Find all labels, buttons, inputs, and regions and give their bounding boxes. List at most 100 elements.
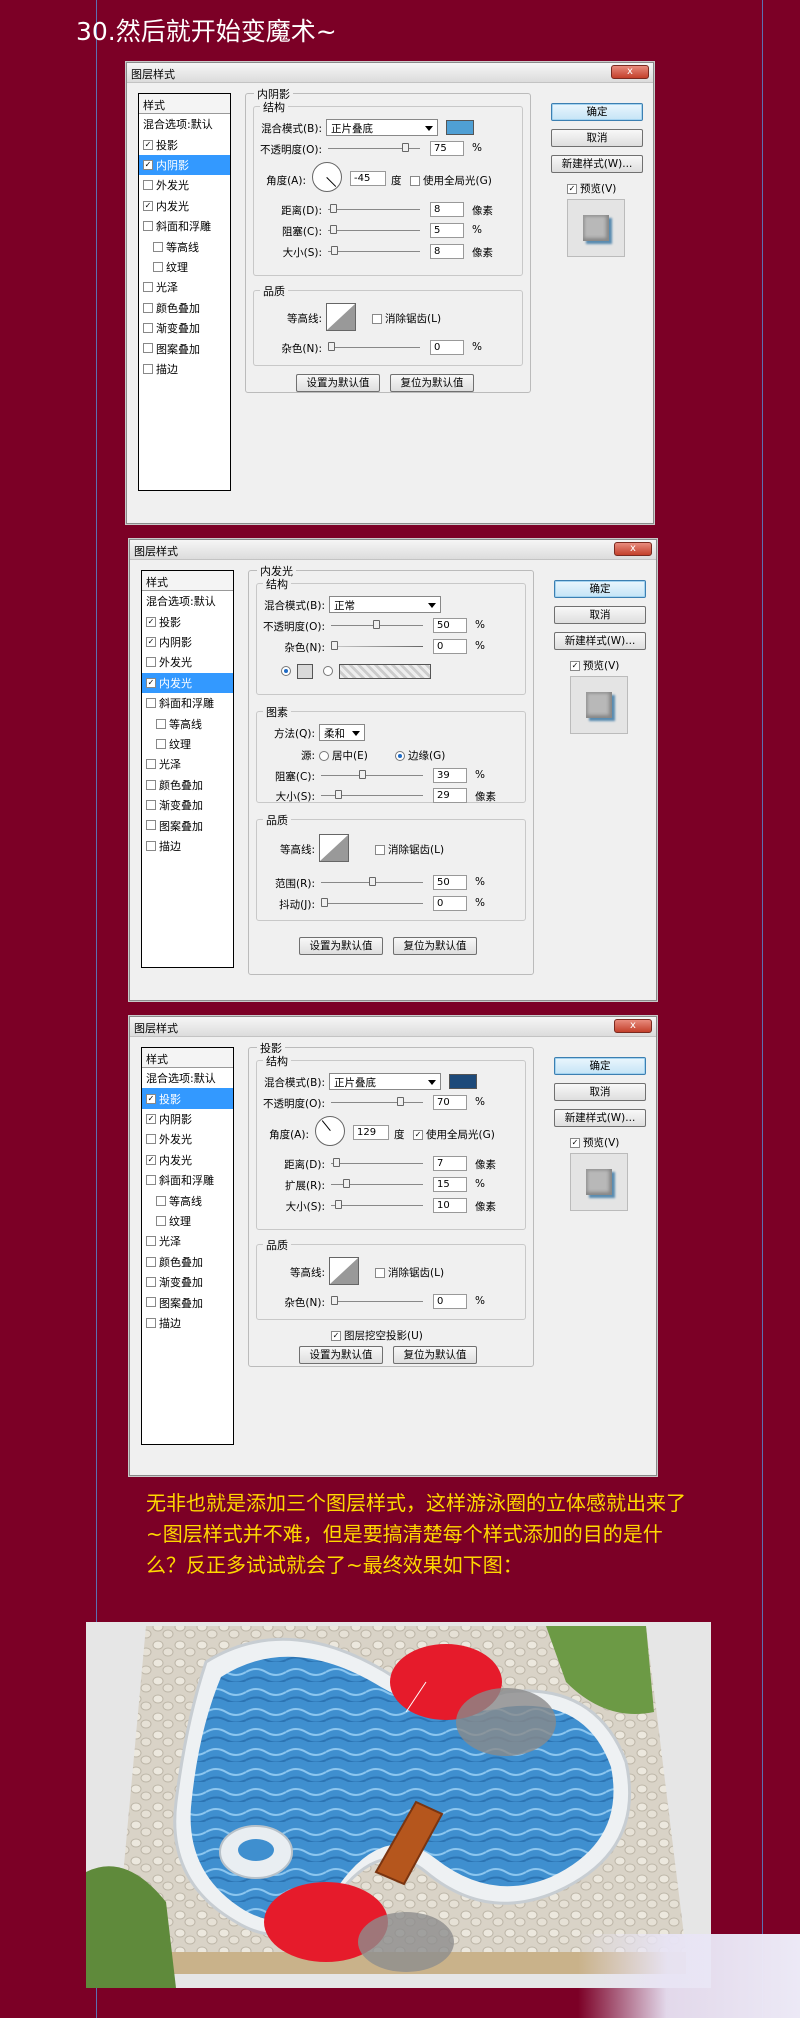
close-button[interactable]: x — [611, 65, 649, 79]
global-light-checkbox[interactable]: ✓ 使用全局光(G) — [413, 1127, 495, 1142]
style-item-inner-glow[interactable]: ✓ 内发光 — [139, 196, 230, 216]
opacity-input[interactable]: 75 — [430, 141, 464, 156]
distance-slider-thumb[interactable] — [333, 1158, 340, 1167]
style-item-pattern-overlay[interactable]: 图案叠加 — [142, 1292, 233, 1312]
preview-checkbox[interactable]: ✓ 预览(V) — [570, 658, 619, 673]
close-button[interactable]: x — [614, 1019, 652, 1033]
choke-slider-thumb[interactable] — [330, 225, 337, 234]
checkbox[interactable] — [146, 1256, 156, 1267]
choke-slider[interactable] — [328, 230, 420, 231]
cancel-button[interactable]: 取消 — [554, 606, 646, 624]
choke-slider[interactable] — [321, 775, 423, 776]
checkbox[interactable] — [143, 363, 153, 374]
cancel-button[interactable]: 取消 — [554, 1083, 646, 1101]
shadow-color-swatch[interactable] — [446, 120, 474, 135]
angle-dial[interactable] — [312, 162, 342, 192]
style-item-color-overlay[interactable]: 颜色叠加 — [139, 298, 230, 318]
checkbox[interactable] — [143, 221, 153, 232]
checkbox[interactable]: ✓ — [143, 200, 153, 211]
range-input[interactable]: 50 — [433, 875, 467, 890]
choke-input[interactable]: 39 — [433, 768, 467, 783]
checkbox[interactable] — [156, 1215, 166, 1226]
style-item-inner-glow[interactable]: ✓ 内发光 — [142, 672, 233, 693]
noise-slider-thumb[interactable] — [331, 1296, 338, 1305]
size-slider-thumb[interactable] — [335, 790, 342, 799]
size-input[interactable]: 29 — [433, 788, 467, 803]
style-item-drop-shadow[interactable]: ✓ 投影 — [139, 134, 230, 154]
style-item-drop-shadow[interactable]: ✓ 投影 — [142, 611, 233, 631]
spread-slider-thumb[interactable] — [343, 1179, 350, 1188]
angle-input[interactable]: 129 — [353, 1125, 389, 1140]
choke-slider-thumb[interactable] — [359, 770, 366, 779]
style-item-gradient-overlay[interactable]: 渐变叠加 — [142, 795, 233, 815]
ok-button[interactable]: 确定 — [554, 580, 646, 598]
checkbox[interactable]: ✓ — [146, 636, 156, 647]
technique-select[interactable]: 柔和 — [319, 724, 365, 741]
size-slider[interactable] — [331, 1205, 423, 1206]
noise-slider[interactable] — [328, 347, 420, 348]
solid-color-radio[interactable] — [281, 666, 291, 676]
style-item-color-overlay[interactable]: 颜色叠加 — [142, 775, 233, 795]
close-button[interactable]: x — [614, 542, 652, 556]
checkbox[interactable]: ✓ — [146, 1093, 156, 1104]
style-item-gradient-overlay[interactable]: 渐变叠加 — [139, 318, 230, 338]
reset-default-button[interactable]: 复位为默认值 — [390, 374, 474, 392]
antialias-checkbox[interactable]: 消除锯齿(L) — [372, 311, 441, 326]
range-slider-thumb[interactable] — [369, 877, 376, 886]
opacity-input[interactable]: 70 — [433, 1095, 467, 1110]
noise-input[interactable]: 0 — [430, 340, 464, 355]
style-item-stroke[interactable]: 描边 — [142, 836, 233, 856]
cancel-button[interactable]: 取消 — [551, 129, 643, 147]
size-slider-thumb[interactable] — [335, 1200, 342, 1209]
checkbox[interactable] — [146, 1277, 156, 1288]
style-item-bevel[interactable]: 斜面和浮雕 — [142, 693, 233, 713]
contour-picker[interactable] — [319, 834, 349, 862]
set-default-button[interactable]: 设置为默认值 — [296, 374, 380, 392]
reset-default-button[interactable]: 复位为默认值 — [393, 937, 477, 955]
style-item-inner-shadow[interactable]: ✓ 内阴影 — [142, 632, 233, 652]
shadow-color-swatch[interactable] — [449, 1074, 477, 1089]
checkbox[interactable] — [153, 241, 163, 252]
opacity-slider[interactable] — [331, 1102, 423, 1103]
glow-color-swatch[interactable] — [297, 664, 313, 679]
style-item-inner-glow[interactable]: ✓ 内发光 — [142, 1150, 233, 1170]
ok-button[interactable]: 确定 — [551, 103, 643, 121]
style-item-texture[interactable]: 纹理 — [142, 1211, 233, 1231]
checkbox[interactable] — [146, 759, 156, 770]
style-item-pattern-overlay[interactable]: 图案叠加 — [142, 815, 233, 835]
noise-slider-thumb[interactable] — [331, 641, 338, 650]
blend-mode-select[interactable]: 正片叠底 — [326, 119, 438, 136]
style-item-gradient-overlay[interactable]: 渐变叠加 — [142, 1272, 233, 1292]
noise-input[interactable]: 0 — [433, 639, 467, 654]
size-input[interactable]: 8 — [430, 244, 464, 259]
blend-mode-select[interactable]: 正常 — [329, 596, 441, 613]
preview-checkbox[interactable]: ✓ 预览(V) — [570, 1135, 619, 1150]
new-style-button[interactable]: 新建样式(W)... — [554, 1109, 646, 1127]
style-item-contour[interactable]: 等高线 — [142, 713, 233, 733]
source-edge-radio[interactable]: 边缘(G) — [395, 748, 445, 763]
style-item-outer-glow[interactable]: 外发光 — [139, 175, 230, 195]
size-input[interactable]: 10 — [433, 1198, 467, 1213]
jitter-input[interactable]: 0 — [433, 896, 467, 911]
checkbox[interactable] — [143, 282, 153, 293]
checkbox[interactable]: ✓ — [143, 139, 153, 150]
style-item-bevel[interactable]: 斜面和浮雕 — [139, 216, 230, 236]
distance-slider[interactable] — [328, 209, 420, 210]
distance-input[interactable]: 8 — [430, 202, 464, 217]
checkbox[interactable]: ✓ — [143, 159, 153, 170]
checkbox[interactable] — [146, 1317, 156, 1328]
antialias-checkbox[interactable]: 消除锯齿(L) — [375, 842, 444, 857]
style-item-contour[interactable]: 等高线 — [142, 1190, 233, 1210]
style-item-blending[interactable]: 混合选项:默认 — [139, 114, 230, 134]
checkbox[interactable]: ✓ — [146, 677, 156, 688]
checkbox[interactable] — [156, 738, 166, 749]
reset-default-button[interactable]: 复位为默认值 — [393, 1346, 477, 1364]
style-item-contour[interactable]: 等高线 — [139, 236, 230, 256]
checkbox[interactable] — [146, 657, 156, 668]
knockout-checkbox[interactable]: ✓ 图层挖空投影(U) — [331, 1328, 423, 1343]
noise-slider[interactable] — [331, 646, 423, 647]
checkbox[interactable] — [146, 840, 156, 851]
source-center-radio[interactable]: 居中(E) — [319, 748, 368, 763]
style-item-satin[interactable]: 光泽 — [142, 754, 233, 774]
style-item-color-overlay[interactable]: 颜色叠加 — [142, 1252, 233, 1272]
